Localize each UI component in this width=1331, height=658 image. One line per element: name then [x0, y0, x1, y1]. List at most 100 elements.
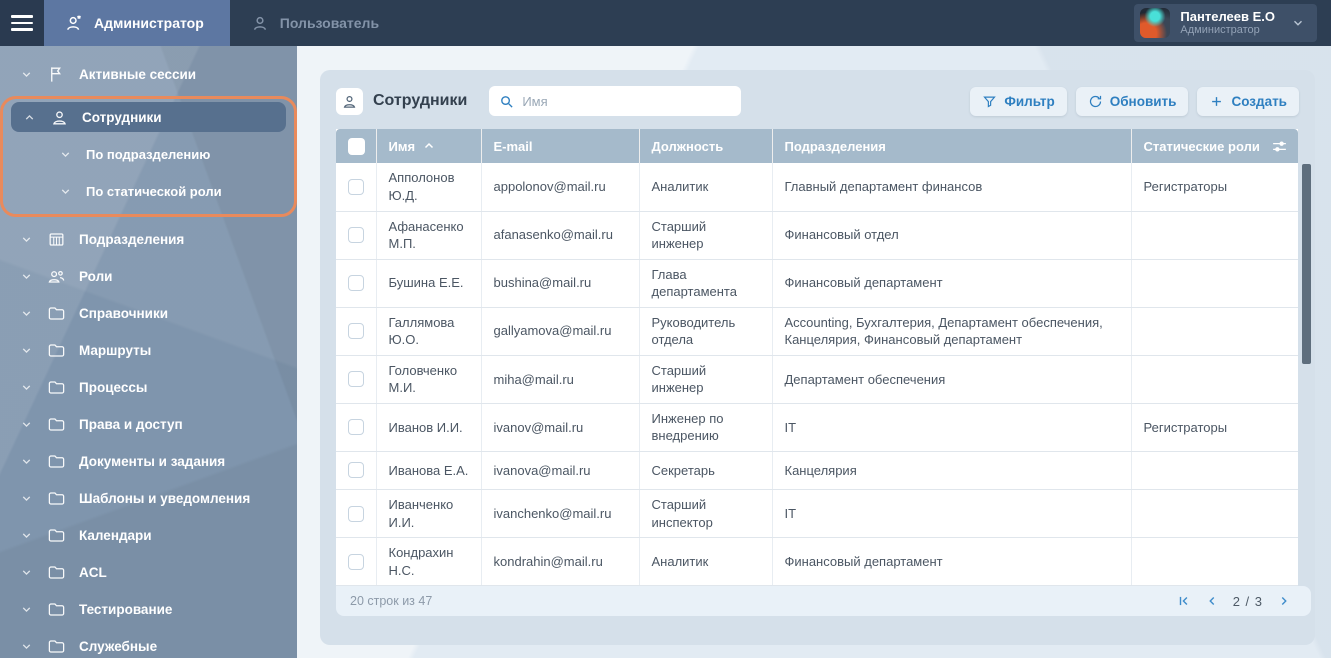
row-checkbox[interactable] [348, 323, 364, 340]
sidebar-item-departments[interactable]: Подразделения [8, 224, 289, 254]
plus-icon [1212, 96, 1222, 106]
refresh-button[interactable]: Обновить [1075, 86, 1189, 116]
search-input[interactable] [522, 93, 732, 109]
departments-icon [49, 232, 64, 246]
chevron-down-icon [22, 236, 31, 242]
folder-icon [48, 491, 65, 505]
sidebar-item-acl[interactable]: ACL [8, 557, 289, 587]
cell-departments: Канцелярия [772, 451, 1132, 490]
sidebar-item-rights-access[interactable]: Права и доступ [8, 409, 289, 439]
sidebar-item-employees[interactable]: Сотрудники [11, 102, 286, 132]
row-checkbox[interactable] [348, 227, 364, 244]
cell-position: Глава департамента [639, 259, 773, 308]
column-header-email[interactable]: E-mail [481, 129, 640, 163]
chevron-down-icon [22, 606, 31, 612]
hamburger-menu-icon[interactable] [0, 0, 44, 46]
table-row[interactable]: Иванов И.И. ivanov@mail.ru Инженер по вн… [336, 403, 1298, 452]
person-icon [53, 110, 66, 125]
sidebar-item-directories[interactable]: Справочники [8, 298, 289, 328]
create-button[interactable]: Создать [1197, 86, 1299, 116]
column-header-departments[interactable]: Подразделения [772, 129, 1132, 163]
sidebar-item-by-static-role[interactable]: По статической роли [11, 176, 286, 206]
column-header-static-roles[interactable]: Статические роли [1131, 129, 1298, 163]
refresh-button-label: Обновить [1109, 93, 1177, 109]
table-row[interactable]: Головченко М.И. miha@mail.ru Старший инж… [336, 355, 1298, 404]
chevron-down-icon [22, 458, 31, 464]
search-box [489, 86, 742, 116]
cell-roles [1131, 537, 1298, 587]
sidebar-item-documents-tasks[interactable]: Документы и задания [8, 446, 289, 476]
table-row[interactable]: Галлямова Ю.О. gallyamova@mail.ru Руково… [336, 307, 1298, 356]
chevron-down-icon [22, 347, 31, 353]
row-checkbox[interactable] [348, 275, 364, 292]
cell-email: afanasenko@mail.ru [481, 211, 640, 260]
cell-email: appolonov@mail.ru [481, 163, 640, 212]
sidebar-item-label: Шаблоны и уведомления [79, 490, 251, 506]
table-row[interactable]: Иванова Е.А. ivanova@mail.ru Секретарь К… [336, 451, 1298, 490]
chevron-down-icon [22, 384, 31, 390]
column-header-name[interactable]: Имя [376, 129, 482, 163]
sidebar-item-label: Права и доступ [79, 416, 183, 432]
filter-button[interactable]: Фильтр [970, 86, 1067, 116]
row-checkbox[interactable] [348, 553, 364, 570]
cell-position: Старший инженер [639, 211, 773, 260]
user-menu[interactable]: Пантелеев Е.О Администратор [1134, 4, 1317, 42]
column-header-position[interactable]: Должность [639, 129, 773, 163]
table-scrollbar[interactable] [1302, 164, 1311, 364]
tab-label: Администратор [94, 15, 204, 31]
sidebar-item-calendars[interactable]: Календари [8, 520, 289, 550]
sidebar-item-roles[interactable]: Роли [8, 261, 289, 291]
row-checkbox[interactable] [348, 178, 364, 195]
cell-position: Аналитик [639, 163, 773, 212]
chevron-down-icon [22, 532, 31, 538]
table-header-row: Имя E-mail Должность Подразделения Стати… [336, 129, 1298, 163]
filter-button-label: Фильтр [1004, 93, 1055, 109]
chevron-down-icon [22, 495, 31, 501]
sidebar-item-label: Роли [79, 268, 113, 284]
cell-name: Иванченко И.И. [376, 489, 482, 539]
sidebar: Активные сессии Сотрудники По подразделе… [0, 46, 297, 658]
sidebar-item-label: Подразделения [79, 231, 185, 247]
row-checkbox[interactable] [348, 419, 364, 436]
search-icon [501, 95, 513, 108]
tab-user[interactable]: Пользователь [230, 0, 405, 46]
row-checkbox[interactable] [348, 505, 364, 522]
prev-page-icon[interactable] [1205, 594, 1219, 608]
cell-email: ivanov@mail.ru [481, 403, 640, 452]
cell-position: Старший инспектор [639, 489, 773, 539]
sidebar-item-label: ACL [79, 564, 107, 580]
column-label: Должность [651, 138, 724, 154]
chevron-down-icon [22, 421, 31, 427]
sidebar-item-service[interactable]: Служебные [8, 631, 289, 658]
table-row[interactable]: Кондрахин Н.С. kondrahin@mail.ru Аналити… [336, 537, 1298, 587]
user-name: Пантелеев Е.О [1180, 8, 1275, 24]
row-checkbox[interactable] [348, 371, 364, 388]
chevron-down-icon [22, 71, 31, 77]
sidebar-item-by-department[interactable]: По подразделению [11, 139, 286, 169]
sidebar-item-testing[interactable]: Тестирование [8, 594, 289, 624]
sidebar-item-routes[interactable]: Маршруты [8, 335, 289, 365]
sidebar-item-processes[interactable]: Процессы [8, 372, 289, 402]
folder-icon [48, 565, 65, 579]
cell-email: ivanchenko@mail.ru [481, 489, 640, 539]
table-row[interactable]: Апполонов Ю.Д. appolonov@mail.ru Аналити… [336, 163, 1298, 212]
table-row[interactable]: Иванченко И.И. ivanchenko@mail.ru Старши… [336, 489, 1298, 539]
cell-roles: Регистраторы [1131, 403, 1298, 452]
first-page-icon[interactable] [1177, 594, 1191, 608]
table-row[interactable]: Афанасенко М.П. afanasenko@mail.ru Старш… [336, 211, 1298, 260]
sidebar-item-active-sessions[interactable]: Активные сессии [8, 59, 289, 89]
column-label: Статические роли [1143, 138, 1260, 154]
table-row[interactable]: Бушина Е.Е. bushina@mail.ru Глава департ… [336, 259, 1298, 308]
next-page-icon[interactable] [1277, 594, 1291, 608]
column-settings-icon[interactable] [1271, 138, 1288, 155]
employees-table: Имя E-mail Должность Подразделения Стати… [336, 129, 1311, 617]
sidebar-item-label: Служебные [79, 638, 158, 654]
tab-administrator[interactable]: Администратор [44, 0, 230, 46]
select-all-checkbox[interactable] [348, 137, 365, 155]
cell-name: Иванова Е.А. [376, 451, 482, 490]
cell-name: Головченко М.И. [376, 355, 482, 404]
cell-departments: IT [772, 489, 1132, 539]
sidebar-item-label: Процессы [79, 379, 148, 395]
sidebar-item-templates-notifications[interactable]: Шаблоны и уведомления [8, 483, 289, 513]
row-checkbox[interactable] [348, 462, 364, 479]
